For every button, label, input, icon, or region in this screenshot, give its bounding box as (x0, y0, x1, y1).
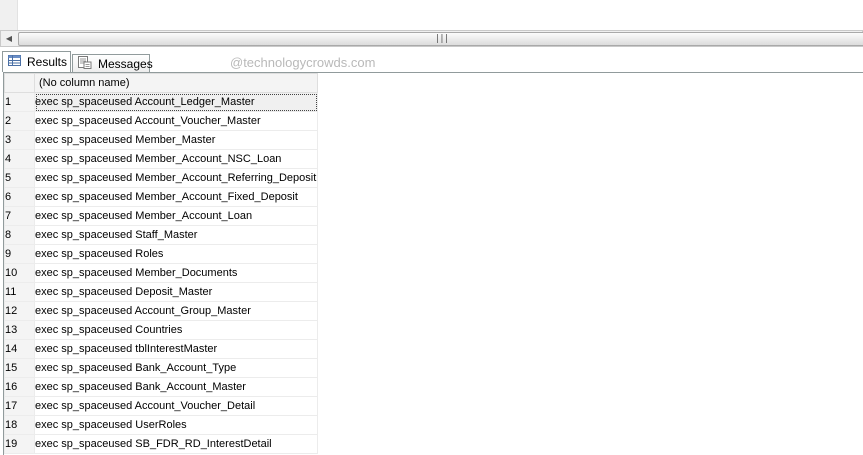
row-number[interactable]: 13 (4, 320, 35, 340)
table-row[interactable]: 13 exec sp_spaceused Countries (4, 320, 318, 340)
table-cell[interactable]: exec sp_spaceused Account_Ledger_Master (34, 92, 318, 112)
grid-icon (8, 55, 21, 69)
table-row[interactable]: 7 exec sp_spaceused Member_Account_Loan (4, 206, 318, 226)
header-row: (No column name) (4, 73, 318, 93)
table-cell[interactable]: exec sp_spaceused Roles (34, 244, 318, 264)
row-number[interactable]: 18 (4, 415, 35, 435)
table-cell[interactable]: exec sp_spaceused Member_Master (34, 130, 318, 150)
grid-body: 1 exec sp_spaceused Account_Ledger_Master… (4, 92, 318, 454)
table-row[interactable]: 8 exec sp_spaceused Staff_Master (4, 225, 318, 245)
row-number[interactable]: 7 (4, 206, 35, 226)
table-row[interactable]: 19 exec sp_spaceused SB_FDR_RD_InterestDe… (4, 434, 318, 454)
table-cell[interactable]: exec sp_spaceused Account_Group_Master (34, 301, 318, 321)
table-cell[interactable]: exec sp_spaceused Staff_Master (34, 225, 318, 245)
table-row[interactable]: 3 exec sp_spaceused Member_Master (4, 130, 318, 150)
table-row[interactable]: 14 exec sp_spaceused tblInterestMaster (4, 339, 318, 359)
grid-corner-cell[interactable] (4, 73, 35, 93)
table-cell[interactable]: exec sp_spaceused Member_Account_Fixed_D… (34, 187, 318, 207)
row-number[interactable]: 10 (4, 263, 35, 283)
query-editor[interactable] (0, 0, 863, 30)
table-row[interactable]: 15 exec sp_spaceused Bank_Account_Type (4, 358, 318, 378)
table-row[interactable]: 5 exec sp_spaceused Member_Account_Referr… (4, 168, 318, 188)
row-number[interactable]: 2 (4, 111, 35, 131)
table-row[interactable]: 10 exec sp_spaceused Member_Documents (4, 263, 318, 283)
row-number[interactable]: 11 (4, 282, 35, 302)
table-cell[interactable]: exec sp_spaceused Account_Voucher_Master (34, 111, 318, 131)
results-grid[interactable]: (No column name) 1 exec sp_spaceused Acco… (3, 72, 863, 455)
row-number[interactable]: 9 (4, 244, 35, 264)
row-number[interactable]: 14 (4, 339, 35, 359)
row-number[interactable]: 19 (4, 434, 35, 454)
table-cell[interactable]: exec sp_spaceused Bank_Account_Master (34, 377, 318, 397)
scroll-left-arrow-icon[interactable]: ◀ (1, 31, 17, 46)
row-number[interactable]: 12 (4, 301, 35, 321)
row-number[interactable]: 3 (4, 130, 35, 150)
table-cell[interactable]: exec sp_spaceused Member_Account_NSC_Loa… (34, 149, 318, 169)
scrollbar-thumb[interactable]: ||| (18, 32, 863, 46)
table-cell[interactable]: exec sp_spaceused UserRoles (34, 415, 318, 435)
table-cell[interactable]: exec sp_spaceused Bank_Account_Type (34, 358, 318, 378)
row-number[interactable]: 4 (4, 149, 35, 169)
table-cell[interactable]: exec sp_spaceused Countries (34, 320, 318, 340)
column-header[interactable]: (No column name) (34, 73, 318, 93)
table-cell[interactable]: exec sp_spaceused SB_FDR_RD_InterestDeta… (34, 434, 318, 454)
table-cell[interactable]: exec sp_spaceused Member_Account_Loan (34, 206, 318, 226)
results-table: (No column name) 1 exec sp_spaceused Acco… (4, 73, 318, 454)
tab-results-label: Results (27, 55, 68, 69)
row-number[interactable]: 17 (4, 396, 35, 416)
table-row[interactable]: 4 exec sp_spaceused Member_Account_NSC_Lo… (4, 149, 318, 169)
table-row[interactable]: 9 exec sp_spaceused Roles (4, 244, 318, 264)
table-row[interactable]: 16 exec sp_spaceused Bank_Account_Master (4, 377, 318, 397)
table-row[interactable]: 6 exec sp_spaceused Member_Account_Fixed_… (4, 187, 318, 207)
tab-messages[interactable]: Messages (72, 54, 153, 73)
table-row[interactable]: 12 exec sp_spaceused Account_Group_Master (4, 301, 318, 321)
table-cell[interactable]: exec sp_spaceused Account_Voucher_Detail (34, 396, 318, 416)
tab-results[interactable]: Results (2, 51, 71, 72)
table-row[interactable]: 1 exec sp_spaceused Account_Ledger_Master (4, 92, 318, 112)
tab-messages-label: Messages (98, 57, 153, 71)
table-row[interactable]: 17 exec sp_spaceused Account_Voucher_Deta… (4, 396, 318, 416)
table-cell[interactable]: exec sp_spaceused Member_Account_Referri… (34, 168, 318, 188)
table-cell[interactable]: exec sp_spaceused Deposit_Master (34, 282, 318, 302)
editor-gutter (0, 0, 18, 30)
scrollbar-grip-icon: ||| (434, 34, 449, 44)
row-number[interactable]: 8 (4, 225, 35, 245)
horizontal-scrollbar[interactable]: ◀ ||| (0, 30, 863, 47)
row-number[interactable]: 16 (4, 377, 35, 397)
table-cell[interactable]: exec sp_spaceused tblInterestMaster (34, 339, 318, 359)
row-number[interactable]: 5 (4, 168, 35, 188)
row-number[interactable]: 6 (4, 187, 35, 207)
table-cell[interactable]: exec sp_spaceused Member_Documents (34, 263, 318, 283)
row-number[interactable]: 15 (4, 358, 35, 378)
messages-icon (78, 56, 92, 72)
table-row[interactable]: 18 exec sp_spaceused UserRoles (4, 415, 318, 435)
table-row[interactable]: 2 exec sp_spaceused Account_Voucher_Maste… (4, 111, 318, 131)
watermark: @technologycrowds.com (230, 55, 376, 70)
table-row[interactable]: 11 exec sp_spaceused Deposit_Master (4, 282, 318, 302)
row-number[interactable]: 1 (4, 92, 35, 112)
